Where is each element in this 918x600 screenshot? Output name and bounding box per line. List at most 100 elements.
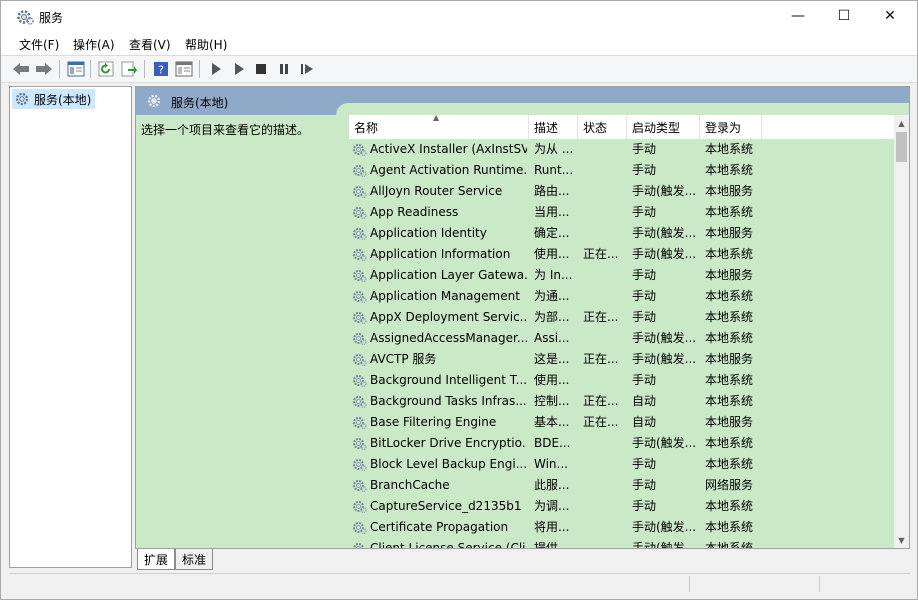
service-name-cell: Background Intelligent T... bbox=[370, 373, 527, 387]
close-button[interactable]: ✕ bbox=[867, 1, 913, 31]
service-logon-cell: 本地系统 bbox=[705, 142, 754, 156]
service-logon-cell: 本地系统 bbox=[705, 520, 754, 534]
service-logon-cell: 网络服务 bbox=[705, 478, 754, 492]
table-row[interactable]: Base Filtering Engine 基本... 正在... 自动 本地服务 bbox=[349, 412, 894, 433]
refresh-icon[interactable] bbox=[96, 60, 116, 78]
export-list-icon[interactable] bbox=[119, 60, 139, 78]
service-state-cell bbox=[583, 223, 625, 244]
title-bar[interactable]: 服务 — ☐ ✕ bbox=[1, 1, 917, 33]
show-hide-console-tree-icon[interactable] bbox=[66, 60, 86, 78]
service-desc-cell: 为从 ... bbox=[534, 142, 574, 156]
column-header-logon[interactable]: 登录为 bbox=[700, 115, 762, 139]
column-header-name[interactable]: ▲ 名称 bbox=[349, 115, 529, 139]
service-gear-icon bbox=[352, 352, 367, 367]
scroll-up-icon[interactable]: ▲ bbox=[894, 115, 909, 131]
menu-action[interactable]: 操作(A) bbox=[73, 36, 115, 53]
scroll-down-icon[interactable]: ▼ bbox=[894, 532, 909, 548]
table-row[interactable]: AllJoyn Router Service 路由... 手动(触发... 本地服务 bbox=[349, 181, 894, 202]
service-desc-cell: 路由... bbox=[534, 184, 570, 198]
service-name-cell: Client License Service (Cli... bbox=[370, 541, 527, 548]
scroll-thumb[interactable] bbox=[896, 132, 907, 162]
sort-ascending-icon: ▲ bbox=[433, 115, 440, 122]
table-row[interactable]: Agent Activation Runtime... Runt... 手动 本地系统 bbox=[349, 160, 894, 181]
menu-help[interactable]: 帮助(H) bbox=[185, 36, 227, 53]
table-row[interactable]: Background Intelligent T... 使用... 手动 本地系统 bbox=[349, 370, 894, 391]
details-pane-header: 服务(本地) bbox=[136, 87, 909, 115]
restart-service-icon[interactable] bbox=[297, 60, 317, 78]
service-state-cell bbox=[583, 139, 625, 160]
maximize-button[interactable]: ☐ bbox=[821, 1, 867, 31]
service-startup-cell: 手动 bbox=[632, 289, 657, 303]
service-startup-cell: 手动 bbox=[632, 205, 657, 219]
start-service-icon[interactable] bbox=[206, 60, 226, 78]
table-row[interactable]: App Readiness 当用... 手动 本地系统 bbox=[349, 202, 894, 223]
table-row[interactable]: Certificate Propagation 将用... 手动(触发... 本地系统 bbox=[349, 517, 894, 538]
service-logon-cell: 本地系统 bbox=[705, 394, 754, 408]
service-startup-cell: 手动 bbox=[632, 457, 657, 471]
service-desc-cell: 基本... bbox=[534, 415, 570, 429]
services-list: ▲ 名称 描述 状态 启动类型 登录为 ActiveX Installer (A… bbox=[349, 115, 909, 548]
service-gear-icon bbox=[352, 142, 367, 157]
service-desc-cell: 为部... bbox=[534, 310, 570, 324]
table-row[interactable]: BitLocker Drive Encryptio... BDE... 手动(触发.… bbox=[349, 433, 894, 454]
service-state-cell bbox=[583, 202, 625, 223]
menu-view[interactable]: 查看(V) bbox=[129, 36, 171, 53]
service-name-cell: Application Layer Gatewa... bbox=[370, 268, 527, 282]
service-logon-cell: 本地系统 bbox=[705, 310, 754, 324]
service-logon-cell: 本地服务 bbox=[705, 415, 754, 429]
table-row[interactable]: AssignedAccessManager... Assi... 手动(触发... 本… bbox=[349, 328, 894, 349]
service-logon-cell: 本地系统 bbox=[705, 541, 754, 548]
minimize-button[interactable]: — bbox=[775, 1, 821, 31]
service-gear-icon bbox=[352, 394, 367, 409]
column-header-startup[interactable]: 启动类型 bbox=[627, 115, 700, 139]
table-row[interactable]: Application Identity 确定... 手动(触发... 本地服务 bbox=[349, 223, 894, 244]
table-row[interactable]: Application Information 使用... 正在... 手动(触发..… bbox=[349, 244, 894, 265]
table-row[interactable]: Background Tasks Infras... 控制... 正在... 自动 本地… bbox=[349, 391, 894, 412]
tab-standard[interactable]: 标准 bbox=[175, 549, 214, 570]
pause-service-icon[interactable] bbox=[274, 60, 294, 78]
view-tabs: 扩展 标准 bbox=[135, 549, 910, 571]
service-name-cell: Background Tasks Infras... bbox=[370, 394, 527, 408]
service-state-cell bbox=[583, 328, 625, 349]
column-header-state[interactable]: 状态 bbox=[578, 115, 627, 139]
details-pane-title: 服务(本地) bbox=[171, 96, 229, 110]
table-row[interactable]: Client License Service (Cli... 提供... 手动(触发… bbox=[349, 538, 894, 548]
console-tree: 服务(本地) bbox=[9, 86, 132, 568]
table-row[interactable]: CaptureService_d2135b1 为调... 手动 本地系统 bbox=[349, 496, 894, 517]
service-state-cell bbox=[583, 538, 625, 548]
service-state-cell bbox=[583, 517, 625, 538]
help-icon[interactable]: ? bbox=[151, 60, 171, 78]
service-gear-icon bbox=[352, 436, 367, 451]
column-header-desc[interactable]: 描述 bbox=[529, 115, 578, 139]
properties-view-icon[interactable] bbox=[174, 60, 194, 78]
table-row[interactable]: BranchCache 此服... 手动 网络服务 bbox=[349, 475, 894, 496]
window-title: 服务 bbox=[39, 11, 64, 25]
vertical-scrollbar[interactable]: ▲ ▼ bbox=[894, 115, 909, 548]
service-desc-cell: 这是... bbox=[534, 352, 570, 366]
service-startup-cell: 手动(触发... bbox=[632, 520, 697, 534]
table-row[interactable]: Block Level Backup Engi... Win... 手动 本地系统 bbox=[349, 454, 894, 475]
service-logon-cell: 本地系统 bbox=[705, 499, 754, 513]
tree-item-services-local[interactable]: 服务(本地) bbox=[12, 89, 96, 109]
table-row[interactable]: AppX Deployment Servic... 为部... 正在... 手动 本地系… bbox=[349, 307, 894, 328]
start-service-alt-icon[interactable] bbox=[229, 60, 249, 78]
forward-icon[interactable] bbox=[34, 60, 54, 78]
service-state-cell bbox=[583, 475, 625, 496]
stop-service-icon[interactable] bbox=[251, 60, 271, 78]
service-startup-cell: 手动 bbox=[632, 373, 657, 387]
tab-extended[interactable]: 扩展 bbox=[137, 549, 176, 570]
svg-text:?: ? bbox=[158, 64, 164, 77]
service-name-cell: Application Information bbox=[370, 247, 511, 261]
service-desc-cell: Runt... bbox=[534, 163, 574, 177]
service-state-cell: 正在... bbox=[583, 247, 619, 261]
table-row[interactable]: ActiveX Installer (AxInstSV) 为从 ... 手动 本地系统 bbox=[349, 139, 894, 160]
menu-file[interactable]: 文件(F) bbox=[19, 36, 59, 53]
service-gear-icon bbox=[352, 499, 367, 514]
list-header: ▲ 名称 描述 状态 启动类型 登录为 bbox=[349, 115, 894, 139]
back-icon[interactable] bbox=[11, 60, 31, 78]
table-row[interactable]: Application Management 为通... 手动 本地系统 bbox=[349, 286, 894, 307]
service-name-cell: Application Management bbox=[370, 289, 520, 303]
table-row[interactable]: AVCTP 服务 这是... 正在... 手动(触发... 本地服务 bbox=[349, 349, 894, 370]
service-startup-cell: 手动 bbox=[632, 163, 657, 177]
table-row[interactable]: Application Layer Gatewa... 为 In... 手动 本地服务 bbox=[349, 265, 894, 286]
